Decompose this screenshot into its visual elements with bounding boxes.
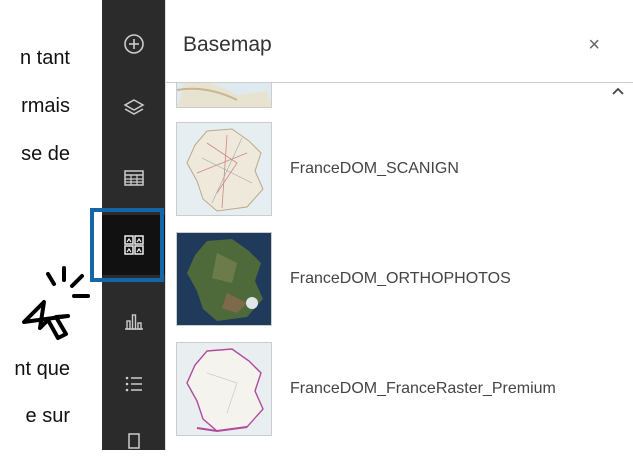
doc-text-line: n tant <box>19 47 70 69</box>
basemap-label: FranceDOM_SCANIGN <box>290 160 459 177</box>
basemap-thumbnail <box>176 122 272 216</box>
widget-sidebar <box>90 0 165 450</box>
more-widget-button[interactable] <box>102 422 165 450</box>
table-icon <box>123 170 144 186</box>
basemap-item-scanign[interactable]: FranceDOM_SCANIGN <box>176 121 606 217</box>
basemap-label: FranceDOM_FranceRaster_Premium <box>290 380 556 397</box>
basemap-label: FranceDOM_ORTHOPHOTOS <box>290 270 511 287</box>
highlight-frame <box>90 208 164 282</box>
chart-button[interactable] <box>102 291 165 351</box>
panel-header: Basemap × <box>166 0 633 83</box>
panel-title: Basemap <box>183 33 272 56</box>
basemap-thumbnail <box>176 232 272 326</box>
document-icon <box>127 433 140 449</box>
basemap-item-franceraster[interactable]: FranceDOM_FranceRaster_Premium <box>176 341 606 437</box>
pointer-cursor-icon <box>22 266 90 340</box>
scrollbar[interactable] <box>612 83 626 450</box>
doc-text-line: rmais <box>21 95 70 117</box>
chevron-up-icon[interactable] <box>612 87 624 95</box>
bar-chart-icon <box>124 314 143 330</box>
attribute-table-button[interactable] <box>102 148 165 208</box>
close-button[interactable]: × <box>588 34 600 57</box>
basemap-thumbnail <box>176 342 272 436</box>
list-icon <box>125 376 142 392</box>
basemap-thumbnail <box>176 83 272 108</box>
layers-icon <box>122 99 145 115</box>
basemap-list: FranceDOM_SCANIGN FranceDOM_ORTHOPHOTOS <box>166 83 616 450</box>
doc-text-line: se de <box>21 143 70 165</box>
basemap-item[interactable] <box>176 83 606 109</box>
doc-text-line: nt que <box>14 358 70 380</box>
doc-text-line: e sur <box>25 405 70 427</box>
map-app: Basemap × FranceDOM_SCANIGN FranceDOM_OR… <box>90 0 633 450</box>
legend-button[interactable] <box>102 354 165 414</box>
basemap-item-orthophotos[interactable]: FranceDOM_ORTHOPHOTOS <box>176 231 606 327</box>
basemap-panel: Basemap × FranceDOM_SCANIGN FranceDOM_OR… <box>165 0 633 450</box>
add-data-button[interactable] <box>102 14 165 74</box>
layers-button[interactable] <box>102 78 165 138</box>
plus-circle-icon <box>123 34 144 54</box>
